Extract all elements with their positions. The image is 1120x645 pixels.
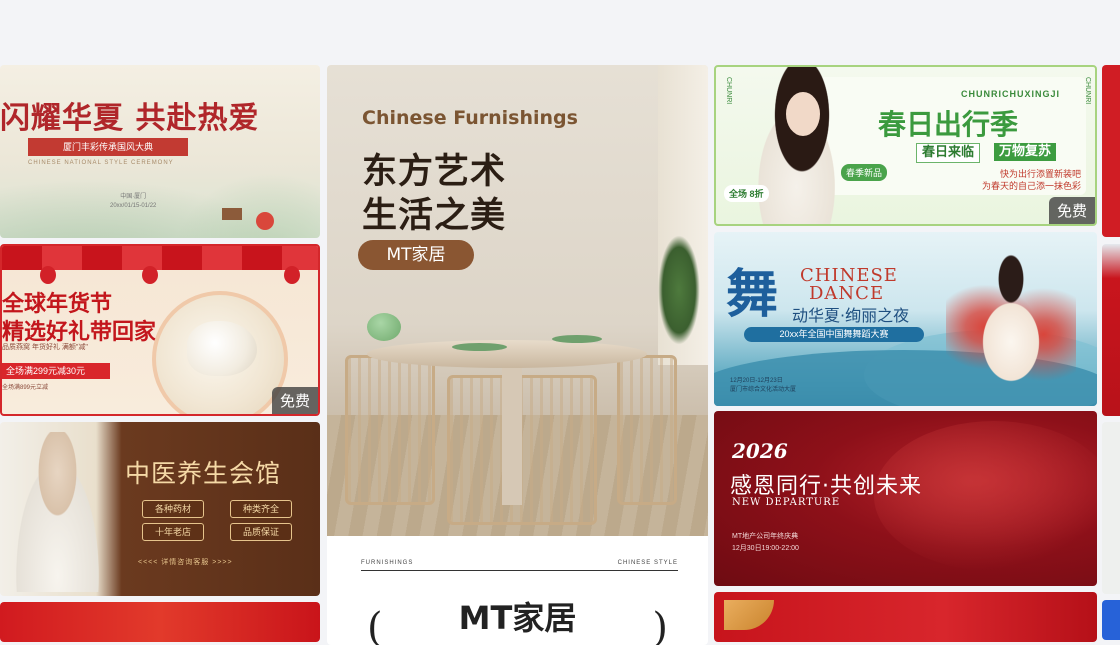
card-title: 中医养生会馆 [125, 459, 282, 488]
card-subtitle-en: CHINESE NATIONAL STYLE CEREMONY [28, 160, 174, 166]
chair-shape [447, 375, 597, 525]
card-meta: MT地产公司年终庆典 12月30日19:00-22:00 [732, 531, 799, 555]
template-card-partial[interactable] [714, 592, 1097, 642]
template-card-tcm[interactable]: 中医养生会馆 各种药材 种类齐全 十年老店 品质保证 <<<< 详情咨询客服 >… [0, 422, 320, 596]
gold-shape [724, 600, 774, 630]
meta-time: 12月30日19:00-22:00 [732, 545, 799, 552]
card-title-en: NEW DEPARTURE [732, 497, 841, 508]
model-face [786, 92, 820, 136]
card-footer: <<<< 详情咨询客服 >>>> [138, 559, 233, 566]
birds-nest-image [187, 321, 257, 376]
note-line: 快为出行添置新装吧 [999, 169, 1081, 179]
card-date: 20xx/01/15-01/22 [110, 203, 157, 209]
plant-shape [658, 235, 700, 345]
meta-date: 12月20日-12月23日 [730, 378, 783, 384]
meta-event: MT地产公司年终庆典 [732, 533, 799, 540]
pavilion-icon [222, 208, 242, 220]
template-card-dance[interactable]: 舞 CHINESE DANCE 动华夏·绚丽之夜 20xx年全国中国舞舞蹈大赛 … [714, 232, 1097, 406]
meta-location: 厦门市综合文化活动大厦 [730, 387, 797, 393]
divider [361, 570, 678, 571]
free-badge: 免费 [271, 387, 318, 414]
free-badge: 免费 [1048, 197, 1095, 224]
card-title: 感恩同行·共创未来 [730, 474, 922, 499]
dish-icon [552, 335, 602, 343]
mountain-shape [150, 155, 320, 238]
card-title: 动华夏·绚丽之夜 [792, 306, 910, 325]
card-meta: 12月20日-12月23日 厦门市综合文化活动大厦 [730, 377, 796, 395]
label-left: FURNISHINGS [361, 560, 414, 566]
label-row: FURNISHINGS CHINESE STYLE [327, 549, 708, 571]
vertical-label: CHUNRI [725, 77, 732, 105]
feature-pill: 种类齐全 [230, 500, 292, 518]
lantern-icon [284, 266, 300, 284]
template-card-partial[interactable] [1102, 244, 1120, 416]
template-card-partial[interactable] [1102, 65, 1120, 237]
promo-tag: 全场满899元立减 [2, 385, 49, 391]
teapot-icon [367, 313, 401, 341]
new-tag: 春季新品 [841, 164, 888, 181]
feature-pill: 春日来临 [916, 143, 981, 163]
card-title-line2: 生活之美 [362, 196, 507, 236]
lantern-icon [142, 266, 158, 284]
template-card-thanks[interactable]: 2026 感恩同行·共创未来 NEW DEPARTURE MT地产公司年终庆典 … [714, 411, 1097, 586]
table-top [367, 340, 647, 368]
card-title: 闪耀华夏 共赴热爱 [0, 101, 260, 136]
model-image [748, 67, 856, 224]
card-location: 中国·厦门 [120, 194, 147, 200]
feature-pill: 十年老店 [142, 523, 204, 541]
label-right: CHINESE STYLE [617, 560, 678, 566]
template-card-furnishings[interactable]: Chinese Furnishings 东方艺术 生活之美 MT家居 FURNI… [327, 65, 708, 645]
card-pinyin: CHUNRICHUXINGJI [961, 89, 1061, 99]
doctor-image [5, 432, 110, 592]
card-subtitle: 厦门丰彩传承国风大典 [28, 138, 188, 156]
discount-tag: 全场 8折 [724, 185, 769, 202]
top-bar [0, 0, 1120, 64]
template-card-partial[interactable] [1102, 600, 1120, 640]
template-card-partial[interactable] [1102, 422, 1120, 594]
card-meta: 中国·厦门 20xx/01/15-01/22 [110, 193, 156, 211]
lantern-icon [40, 266, 56, 284]
card-title: 春日出行季 [878, 108, 1019, 141]
interior-photo [327, 65, 708, 536]
card-title-en: DANCE [809, 283, 885, 304]
chair-shape [617, 355, 677, 505]
template-card-spring[interactable]: CHUNRI CHUNRI CHUNRICHUXINGJI 春日出行季 春日来临… [714, 65, 1097, 226]
dish-icon [452, 343, 507, 351]
brand-pill: MT家居 [358, 240, 474, 270]
dancer-image [946, 252, 1076, 402]
table-leg [502, 365, 522, 505]
note-line: 为春天的自己添一抹色彩 [981, 181, 1081, 191]
bracket-right: ) [652, 605, 668, 645]
feature-pill: 各种药材 [142, 500, 204, 518]
card-title-en: Chinese Furnishings [362, 107, 578, 129]
brand-title: MT家居 [458, 599, 577, 637]
template-card-partial[interactable] [0, 602, 320, 642]
vertical-label: CHUNRI [1084, 77, 1091, 105]
event-banner: 20xx年全国中国舞舞蹈大赛 [744, 327, 924, 342]
template-card-new-year[interactable]: 全球年货节 精选好礼带回家 品质燕窝 年货好礼 满额"减" 全场满299元减30… [0, 244, 320, 416]
feature-pill: 品质保证 [230, 523, 292, 541]
sun-icon [256, 212, 274, 230]
chair-shape [345, 355, 435, 505]
card-year: 2026 [732, 439, 788, 463]
promo-banner: 全场满299元减30元 [2, 363, 110, 379]
card-small-text: 品质燕窝 年货好礼 满额"减" [2, 344, 88, 351]
dance-calligraphy: 舞 [726, 264, 779, 325]
feature-pill: 万物复苏 [994, 143, 1057, 161]
template-card-heritage[interactable]: 闪耀华夏 共赴热爱 厦门丰彩传承国风大典 CHINESE NATIONAL ST… [0, 65, 320, 238]
card-note: 快为出行添置新装吧 为春天的自己添一抹色彩 [941, 168, 1081, 192]
